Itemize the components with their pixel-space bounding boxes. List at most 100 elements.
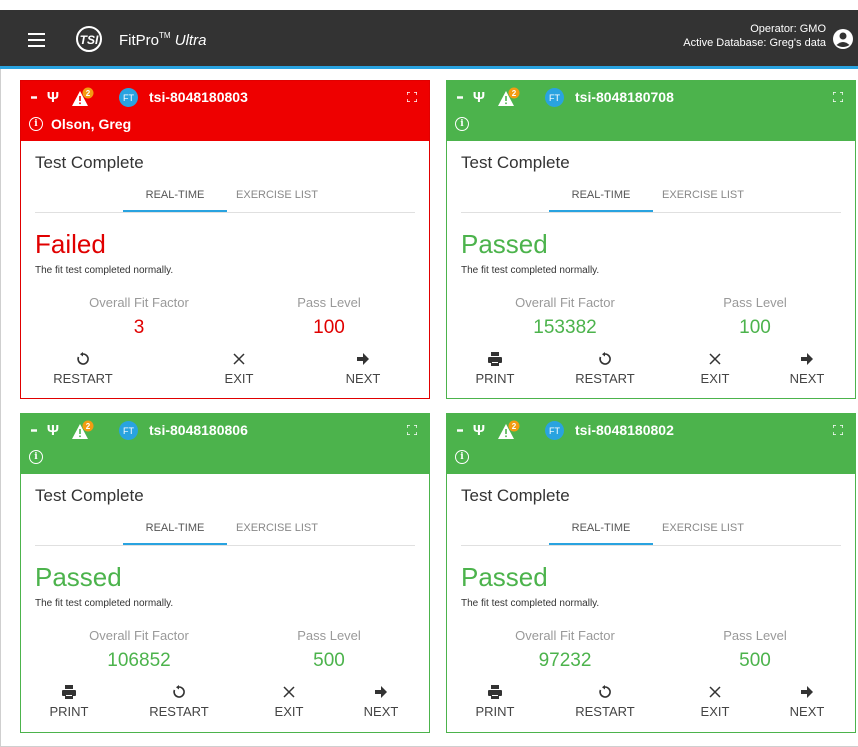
- menu-icon[interactable]: [28, 33, 45, 47]
- restart-icon: [139, 682, 219, 702]
- alert-count: 2: [512, 89, 517, 98]
- print-icon: [29, 682, 109, 702]
- tab-exercise-list[interactable]: EXERCISE LIST: [651, 522, 755, 534]
- device-card: Ψ 2 FT tsi-8048180708 i Test Complete RE…: [446, 80, 856, 399]
- subject-row: i Olson, Greg: [29, 115, 131, 133]
- usb-icon: Ψ: [46, 88, 60, 106]
- info-icon[interactable]: i: [29, 450, 43, 464]
- fit-factor-label: Overall Fit Factor: [515, 628, 615, 643]
- alert-warning-icon[interactable]: 2: [497, 420, 521, 440]
- alert-warning-icon[interactable]: 2: [71, 87, 95, 107]
- ft-badge: FT: [545, 88, 564, 107]
- print-button[interactable]: PRINT: [29, 682, 109, 719]
- topbar-accent-line: [0, 66, 858, 69]
- exit-button[interactable]: EXIT: [675, 349, 755, 386]
- card-tabs: REAL-TIME EXERCISE LIST: [35, 177, 415, 213]
- status-title: Test Complete: [461, 486, 570, 505]
- exit-icon: [249, 682, 329, 702]
- operator-value: GMO: [799, 23, 826, 35]
- account-icon[interactable]: [832, 28, 854, 50]
- card-tabs: REAL-TIME EXERCISE LIST: [461, 177, 841, 213]
- exit-icon: [675, 349, 755, 369]
- app-subtitle: Ultra: [174, 32, 207, 49]
- alert-count: 2: [86, 422, 91, 431]
- usb-icon: Ψ: [472, 88, 486, 106]
- next-label: NEXT: [789, 704, 825, 719]
- pass-level-label: Pass Level: [297, 295, 361, 310]
- fit-factor-label: Overall Fit Factor: [89, 628, 189, 643]
- device-card: Ψ 2 FT tsi-8048180802 i Test Complete RE…: [446, 413, 856, 733]
- database-value: Greg's data: [769, 37, 826, 49]
- next-label: NEXT: [789, 371, 825, 386]
- fullscreen-icon[interactable]: [405, 87, 419, 107]
- subject-name: Olson, Greg: [51, 116, 132, 132]
- tab-realtime[interactable]: REAL-TIME: [123, 189, 227, 201]
- fullscreen-icon[interactable]: [831, 87, 845, 107]
- more-vert-icon[interactable]: [457, 87, 463, 107]
- card-actions: PRINT RESTART EXIT NEXT: [21, 682, 429, 730]
- exit-button[interactable]: EXIT: [199, 349, 279, 386]
- print-label: PRINT: [475, 371, 515, 386]
- restart-label: RESTART: [575, 704, 635, 719]
- print-button[interactable]: PRINT: [455, 349, 535, 386]
- restart-button[interactable]: RESTART: [43, 349, 123, 386]
- test-result: Passed: [35, 562, 122, 592]
- pass-level-value: 500: [739, 650, 771, 671]
- pass-level-value: 500: [313, 650, 345, 671]
- exit-button[interactable]: EXIT: [249, 682, 329, 719]
- device-card: Ψ 2 FT tsi-8048180806 i Test Complete RE…: [20, 413, 430, 733]
- fullscreen-icon[interactable]: [831, 420, 845, 440]
- user-info: Operator: GMO Active Database: Greg's da…: [683, 22, 826, 50]
- next-button[interactable]: NEXT: [767, 682, 847, 719]
- alert-count: 2: [86, 89, 91, 98]
- more-vert-icon[interactable]: [457, 420, 463, 440]
- tab-exercise-list[interactable]: EXERCISE LIST: [225, 522, 329, 534]
- next-button[interactable]: NEXT: [341, 682, 421, 719]
- info-icon[interactable]: i: [455, 450, 469, 464]
- tab-realtime[interactable]: REAL-TIME: [123, 522, 227, 534]
- active-tab-indicator: [123, 210, 227, 212]
- restart-button[interactable]: RESTART: [565, 682, 645, 719]
- status-title: Test Complete: [35, 486, 144, 505]
- ft-badge: FT: [545, 421, 564, 440]
- database-label: Active Database:: [683, 37, 767, 49]
- trademark: TM: [159, 31, 171, 40]
- card-tabs: REAL-TIME EXERCISE LIST: [35, 510, 415, 546]
- active-tab-indicator: [123, 543, 227, 545]
- ft-badge: FT: [119, 88, 138, 107]
- print-button[interactable]: PRINT: [455, 682, 535, 719]
- info-icon[interactable]: i: [455, 117, 469, 131]
- restart-button[interactable]: RESTART: [565, 349, 645, 386]
- info-icon[interactable]: i: [29, 117, 43, 131]
- fullscreen-icon[interactable]: [405, 420, 419, 440]
- exit-button[interactable]: EXIT: [675, 682, 755, 719]
- exit-label: EXIT: [700, 371, 730, 386]
- print-label: PRINT: [475, 704, 515, 719]
- tab-realtime[interactable]: REAL-TIME: [549, 189, 653, 201]
- more-vert-icon[interactable]: [31, 87, 37, 107]
- next-icon: [341, 682, 421, 702]
- alert-count: 2: [512, 422, 517, 431]
- tab-realtime[interactable]: REAL-TIME: [549, 522, 653, 534]
- result-description: The fit test completed normally.: [461, 265, 600, 276]
- card-actions: PRINT RESTART EXIT NEXT: [447, 682, 855, 730]
- restart-icon: [43, 349, 123, 369]
- tab-exercise-list[interactable]: EXERCISE LIST: [651, 189, 755, 201]
- next-button[interactable]: NEXT: [767, 349, 847, 386]
- status-title: Test Complete: [35, 153, 144, 172]
- alert-warning-icon[interactable]: 2: [71, 420, 95, 440]
- exit-label: EXIT: [274, 704, 304, 719]
- fit-factor-value: 153382: [533, 317, 597, 338]
- fit-factor-value: 3: [133, 317, 145, 338]
- next-button[interactable]: NEXT: [323, 349, 403, 386]
- operator-label: Operator:: [750, 23, 797, 35]
- alert-warning-icon[interactable]: 2: [497, 87, 521, 107]
- card-header: Ψ 2 FT tsi-8048180806 i: [21, 414, 429, 474]
- card-tabs: REAL-TIME EXERCISE LIST: [461, 510, 841, 546]
- exit-icon: [675, 682, 755, 702]
- tab-exercise-list[interactable]: EXERCISE LIST: [225, 189, 329, 201]
- restart-label: RESTART: [575, 371, 635, 386]
- pass-level-value: 100: [313, 317, 345, 338]
- more-vert-icon[interactable]: [31, 420, 37, 440]
- restart-button[interactable]: RESTART: [139, 682, 219, 719]
